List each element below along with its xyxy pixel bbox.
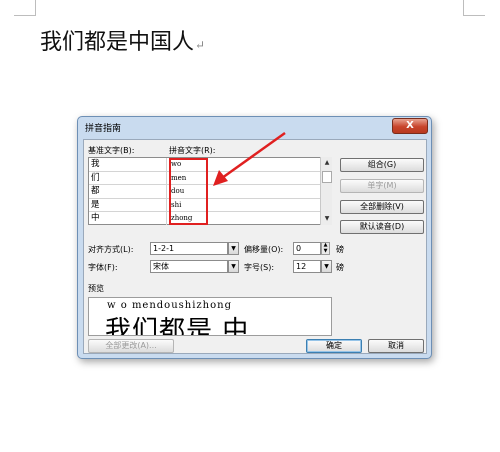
document-text: 我们都是中国人 bbox=[40, 30, 195, 55]
offset-unit: 磅 bbox=[336, 245, 344, 254]
clear-all-button[interactable]: 全部删除(V) bbox=[340, 200, 424, 214]
chevron-down-icon[interactable]: ▼ bbox=[228, 260, 239, 273]
offset-label: 偏移量(O): bbox=[244, 245, 284, 254]
base-cell[interactable]: 中 bbox=[89, 212, 167, 226]
grid-row: 是 shi bbox=[89, 198, 331, 213]
base-pinyin-grid: 我 wo 们 men 都 dou 是 shi 中 zhong bbox=[88, 157, 332, 226]
grid-row: 中 zhong bbox=[89, 212, 331, 226]
font-label: 字体(F): bbox=[88, 263, 118, 272]
base-text-label: 基准文字(B): bbox=[88, 146, 135, 155]
paragraph-mark-icon: ↵ bbox=[195, 38, 206, 52]
chevron-down-icon[interactable]: ▼ bbox=[321, 260, 332, 273]
scroll-up-icon[interactable]: ▲ bbox=[321, 157, 333, 169]
base-cell[interactable]: 是 bbox=[89, 198, 167, 212]
grid-row: 都 dou bbox=[89, 185, 331, 199]
phonetic-guide-dialog: 拼音指南 X 基准文字(B): 拼音文字(R): 我 wo 们 men 都 do… bbox=[77, 116, 432, 359]
change-all-button[interactable]: 全部更改(A)... bbox=[88, 339, 174, 353]
dialog-title: 拼音指南 bbox=[85, 124, 122, 134]
default-reading-button[interactable]: 默认读音(D) bbox=[340, 220, 424, 234]
grid-row: 们 men bbox=[89, 171, 331, 186]
close-button[interactable]: X bbox=[392, 118, 428, 134]
cancel-button[interactable]: 取消 bbox=[368, 339, 424, 353]
size-unit: 磅 bbox=[336, 263, 344, 272]
alignment-label: 对齐方式(L): bbox=[88, 245, 134, 254]
dialog-body: 基准文字(B): 拼音文字(R): 我 wo 们 men 都 dou 是 shi… bbox=[83, 139, 427, 354]
size-select[interactable]: 12 bbox=[293, 260, 321, 273]
size-label: 字号(S): bbox=[244, 263, 275, 272]
dialog-title-bar[interactable]: 拼音指南 X bbox=[78, 117, 431, 139]
preview-box: w o mendoushizhong 我们都是 中 bbox=[88, 297, 332, 336]
offset-input[interactable]: 0 bbox=[293, 242, 321, 255]
base-cell[interactable]: 们 bbox=[89, 171, 167, 185]
preview-label: 预览 bbox=[88, 284, 104, 293]
single-char-button[interactable]: 单字(M) bbox=[340, 179, 424, 193]
document-text-line[interactable]: 我们都是中国人↵ bbox=[40, 24, 205, 56]
base-cell[interactable]: 都 bbox=[89, 185, 167, 199]
base-cell[interactable]: 我 bbox=[89, 158, 167, 171]
alignment-select[interactable]: 1-2-1 bbox=[150, 242, 228, 255]
scroll-thumb[interactable] bbox=[322, 171, 332, 183]
ok-button[interactable]: 确定 bbox=[306, 339, 362, 353]
offset-stepper[interactable]: ▲ ▼ bbox=[321, 242, 330, 255]
font-select[interactable]: 宋体 bbox=[150, 260, 228, 273]
combine-button[interactable]: 组合(G) bbox=[340, 158, 424, 172]
grid-row: 我 wo bbox=[89, 158, 331, 172]
page-corner-mark-left bbox=[14, 0, 36, 16]
page-corner-mark-right bbox=[463, 0, 485, 16]
grid-scrollbar[interactable]: ▲ ▼ bbox=[320, 157, 332, 225]
pinyin-highlight-box bbox=[169, 158, 208, 225]
chevron-down-icon[interactable]: ▼ bbox=[228, 242, 239, 255]
pinyin-text-label: 拼音文字(R): bbox=[169, 146, 216, 155]
scroll-down-icon[interactable]: ▼ bbox=[321, 213, 333, 225]
preview-base-text: 我们都是 中 bbox=[105, 316, 250, 336]
